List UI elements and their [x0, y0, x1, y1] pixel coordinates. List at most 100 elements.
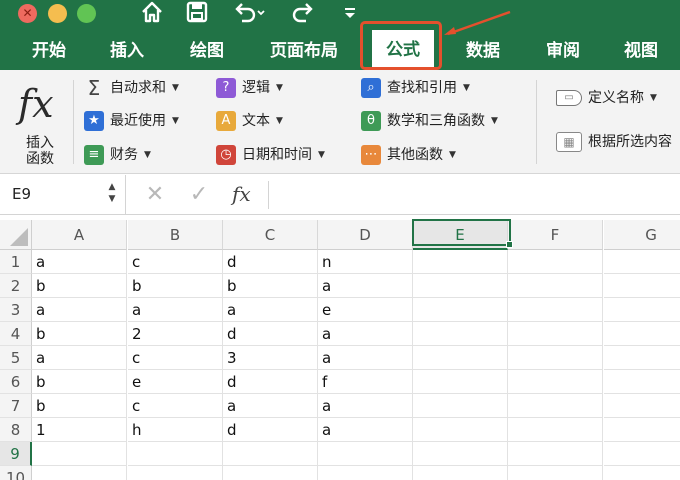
cell-e10[interactable]	[413, 466, 508, 480]
cell-d9[interactable]	[318, 442, 413, 466]
cell-f5[interactable]	[508, 346, 603, 370]
cell-e9[interactable]	[413, 442, 508, 466]
cell-a2[interactable]: b	[32, 274, 127, 298]
column-header-a[interactable]: A	[32, 220, 127, 250]
tab-insert[interactable]: 插入	[110, 36, 144, 66]
cell-e3[interactable]	[413, 298, 508, 322]
row-header-5[interactable]: 5	[0, 346, 32, 370]
customize-quick-access-button[interactable]	[342, 0, 358, 26]
row-header-3[interactable]: 3	[0, 298, 32, 322]
text-button[interactable]: A 文本 ▼	[216, 109, 283, 133]
cell-b1[interactable]: c	[128, 250, 223, 274]
cell-f1[interactable]	[508, 250, 603, 274]
cell-g7[interactable]	[604, 394, 680, 418]
cell-b6[interactable]: e	[128, 370, 223, 394]
cell-e1[interactable]	[413, 250, 508, 274]
cell-a1[interactable]: a	[32, 250, 127, 274]
cell-d6[interactable]: f	[318, 370, 413, 394]
cell-a4[interactable]: b	[32, 322, 127, 346]
cell-c5[interactable]: 3	[223, 346, 318, 370]
cell-e5[interactable]	[413, 346, 508, 370]
formula-input[interactable]	[276, 175, 676, 214]
date-time-button[interactable]: ◷ 日期和时间 ▼	[216, 143, 325, 167]
cell-c1[interactable]: d	[223, 250, 318, 274]
row-header-2[interactable]: 2	[0, 274, 32, 298]
cell-b5[interactable]: c	[128, 346, 223, 370]
cell-b3[interactable]: a	[128, 298, 223, 322]
cell-e8[interactable]	[413, 418, 508, 442]
cancel-formula-button[interactable]: ✕	[142, 175, 168, 214]
cell-d3[interactable]: e	[318, 298, 413, 322]
cell-c2[interactable]: b	[223, 274, 318, 298]
cell-d5[interactable]: a	[318, 346, 413, 370]
row-header-10[interactable]: 10	[0, 466, 32, 480]
selected-cell-e9[interactable]	[412, 219, 511, 246]
cell-g2[interactable]	[604, 274, 680, 298]
cell-f10[interactable]	[508, 466, 603, 480]
cell-d2[interactable]: a	[318, 274, 413, 298]
cell-d4[interactable]: a	[318, 322, 413, 346]
cell-d7[interactable]: a	[318, 394, 413, 418]
row-header-4[interactable]: 4	[0, 322, 32, 346]
cell-g1[interactable]	[604, 250, 680, 274]
row-header-6[interactable]: 6	[0, 370, 32, 394]
save-button[interactable]	[186, 0, 208, 26]
cell-a9[interactable]	[32, 442, 127, 466]
name-box[interactable]: E9 ▲ ▼	[0, 175, 126, 214]
cell-e7[interactable]	[413, 394, 508, 418]
cell-f4[interactable]	[508, 322, 603, 346]
cell-a10[interactable]	[32, 466, 127, 480]
cell-g8[interactable]	[604, 418, 680, 442]
cell-g4[interactable]	[604, 322, 680, 346]
redo-button[interactable]	[290, 0, 316, 26]
cell-e2[interactable]	[413, 274, 508, 298]
math-trig-button[interactable]: θ 数学和三角函数 ▼	[361, 109, 498, 133]
cell-b9[interactable]	[128, 442, 223, 466]
cell-g3[interactable]	[604, 298, 680, 322]
cell-b10[interactable]	[128, 466, 223, 480]
tab-draw[interactable]: 绘图	[190, 36, 224, 66]
more-functions-button[interactable]: ⋯ 其他函数 ▼	[361, 143, 456, 167]
row-header-9[interactable]: 9	[0, 442, 32, 466]
tab-home[interactable]: 开始	[32, 36, 66, 66]
maximize-window-button[interactable]	[77, 4, 96, 23]
cell-g6[interactable]	[604, 370, 680, 394]
cell-f8[interactable]	[508, 418, 603, 442]
column-header-b[interactable]: B	[128, 220, 223, 250]
logical-button[interactable]: ? 逻辑 ▼	[216, 76, 283, 100]
cell-c6[interactable]: d	[223, 370, 318, 394]
cell-a6[interactable]: b	[32, 370, 127, 394]
cell-g10[interactable]	[604, 466, 680, 480]
cell-c7[interactable]: a	[223, 394, 318, 418]
financial-button[interactable]: ≡ 财务 ▼	[84, 143, 151, 167]
cell-d10[interactable]	[318, 466, 413, 480]
cell-a5[interactable]: a	[32, 346, 127, 370]
cell-c4[interactable]: d	[223, 322, 318, 346]
row-header-1[interactable]: 1	[0, 250, 32, 274]
cell-f7[interactable]	[508, 394, 603, 418]
close-window-button[interactable]: ✕	[18, 4, 37, 23]
insert-function-icon[interactable]: fx	[232, 175, 251, 214]
row-header-7[interactable]: 7	[0, 394, 32, 418]
cell-a8[interactable]: 1	[32, 418, 127, 442]
cell-d1[interactable]: n	[318, 250, 413, 274]
select-all-corner[interactable]	[0, 220, 32, 250]
home-button[interactable]	[140, 0, 164, 26]
enter-formula-button[interactable]: ✓	[186, 175, 212, 214]
cell-f2[interactable]	[508, 274, 603, 298]
cell-b8[interactable]: h	[128, 418, 223, 442]
cell-e6[interactable]	[413, 370, 508, 394]
autosum-button[interactable]: Σ 自动求和 ▼	[84, 76, 179, 100]
recently-used-button[interactable]: ★ 最近使用 ▼	[84, 109, 179, 133]
row-header-8[interactable]: 8	[0, 418, 32, 442]
cell-f3[interactable]	[508, 298, 603, 322]
cell-e4[interactable]	[413, 322, 508, 346]
tab-data[interactable]: 数据	[466, 36, 500, 66]
column-header-g[interactable]: G	[604, 220, 680, 250]
cell-b2[interactable]: b	[128, 274, 223, 298]
fill-handle[interactable]	[506, 241, 513, 248]
cell-d8[interactable]: a	[318, 418, 413, 442]
cell-b4[interactable]: 2	[128, 322, 223, 346]
tab-view[interactable]: 视图	[624, 36, 658, 66]
cell-f9[interactable]	[508, 442, 603, 466]
